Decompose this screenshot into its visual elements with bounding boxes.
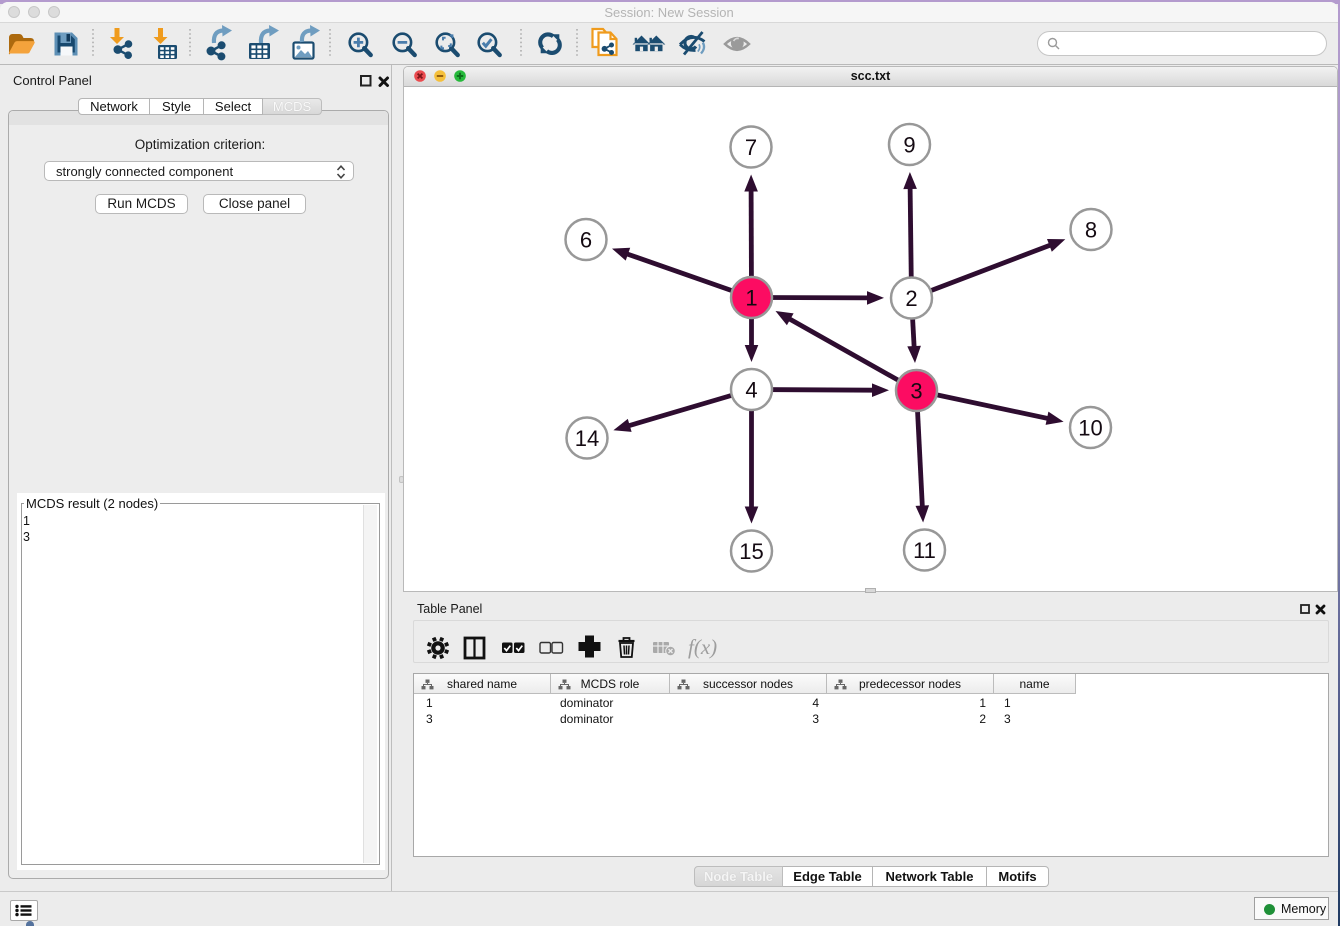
svg-text:10: 10 (1078, 415, 1102, 440)
svg-text:2: 2 (905, 286, 917, 311)
svg-text:3: 3 (910, 378, 922, 403)
svg-text:9: 9 (903, 132, 915, 157)
svg-text:8: 8 (1085, 217, 1097, 242)
svg-text:7: 7 (745, 135, 757, 160)
svg-text:1: 1 (745, 285, 757, 310)
svg-text:15: 15 (739, 539, 763, 564)
svg-text:6: 6 (580, 227, 592, 252)
svg-text:11: 11 (913, 538, 936, 563)
svg-text:14: 14 (575, 426, 599, 451)
svg-text:4: 4 (745, 377, 757, 402)
svg-text:f(x): f(x) (688, 635, 717, 659)
